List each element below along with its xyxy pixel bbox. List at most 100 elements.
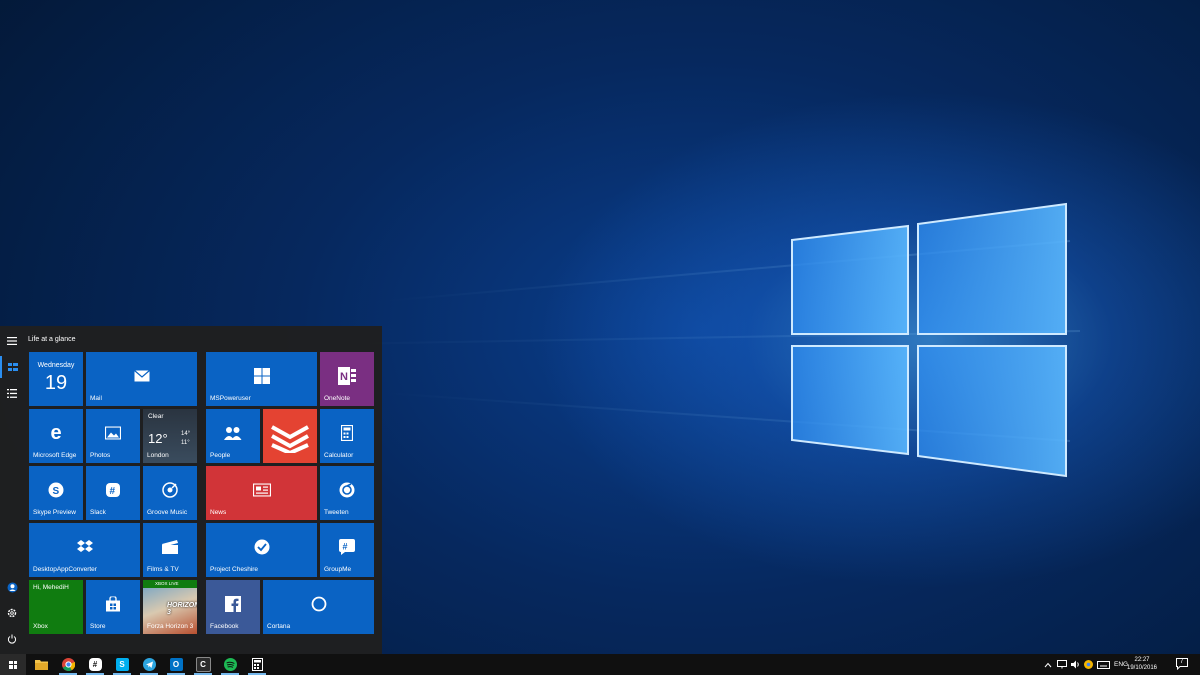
xbox-tile[interactable]: Hi, MehediH Xbox <box>29 580 83 634</box>
xbox-live-label: XBOX LIVE <box>155 581 179 586</box>
groupme-tile[interactable]: # GroupMe <box>320 523 374 577</box>
calculator-icon <box>251 658 263 671</box>
xbox-live-bar: XBOX LIVE <box>143 580 197 588</box>
chrome-tray-icon <box>1084 660 1093 669</box>
svg-text:N: N <box>340 371 348 383</box>
hamburger-menu-button[interactable] <box>0 330 24 352</box>
mspoweruser-tile[interactable]: MSPoweruser <box>206 352 317 406</box>
power-icon <box>7 634 17 644</box>
taskbar-chrome[interactable] <box>55 654 81 675</box>
list-icon <box>7 388 17 398</box>
network-icon <box>1057 660 1067 669</box>
tile-label: Mail <box>90 395 102 402</box>
taskbar-outlook[interactable]: O <box>163 654 189 675</box>
gear-icon <box>7 608 17 618</box>
facebook-icon <box>225 595 241 612</box>
tile-label: Xbox <box>33 623 48 630</box>
news-tile[interactable]: News <box>206 466 317 520</box>
films-tv-tile[interactable]: Films & TV <box>143 523 197 577</box>
start-rail <box>0 326 24 654</box>
tile-label: People <box>210 452 231 459</box>
tile-label: MSPoweruser <box>210 395 251 402</box>
weather-city: London <box>147 452 169 459</box>
edge-icon: e <box>50 421 62 444</box>
svg-text:S: S <box>53 486 60 497</box>
todoist-icon <box>271 425 309 453</box>
clock-time: 22:27 <box>1134 657 1150 663</box>
forza-horizon-tile[interactable]: XBOX LIVE HORIZON 3 Forza Horizon 3 <box>143 580 197 634</box>
weather-tile[interactable]: Clear 12° 14° 11° London <box>143 409 197 463</box>
taskbar-telegram[interactable] <box>136 654 162 675</box>
tile-label: Tweeten <box>324 509 349 516</box>
user-avatar-icon <box>7 582 17 592</box>
svg-text:#: # <box>343 541 348 551</box>
telegram-icon <box>142 658 156 671</box>
volume-button[interactable] <box>1071 654 1081 675</box>
chrome-tray-button[interactable] <box>1084 654 1093 675</box>
cortana-tile[interactable]: Cortana <box>263 580 374 634</box>
skype-icon: S <box>48 482 64 498</box>
onenote-icon: N <box>338 366 356 385</box>
slack-icon: # <box>106 482 120 497</box>
slack-icon: # <box>88 658 102 671</box>
xbox-greeting: Hi, MehediH <box>33 584 69 591</box>
calculator-tile[interactable]: Calculator <box>320 409 374 463</box>
calendar-tile[interactable]: Wednesday 19 <box>29 352 83 406</box>
clock-date: 19/10/2016 <box>1126 665 1158 671</box>
taskbar-spotify[interactable] <box>217 654 243 675</box>
groupme-icon: # <box>339 538 355 555</box>
touch-keyboard-button[interactable] <box>1097 654 1110 675</box>
tile-label: Cortana <box>267 623 291 630</box>
tiles-view-button[interactable] <box>0 356 24 378</box>
groove-music-icon <box>162 482 178 498</box>
settings-button[interactable] <box>0 602 24 624</box>
tile-label: Photos <box>90 452 111 459</box>
tile-label: Forza Horizon 3 <box>147 623 194 630</box>
store-tile[interactable]: Store <box>86 580 140 634</box>
taskbar-calculator[interactable] <box>244 654 270 675</box>
people-tile[interactable]: People <box>206 409 260 463</box>
start-button[interactable] <box>0 654 26 675</box>
start-menu: Life at a glance Wednesday 19 Mail MSPow… <box>0 326 382 654</box>
user-account-button[interactable] <box>0 576 24 598</box>
taskbar-skype[interactable]: S <box>109 654 135 675</box>
windows-icon <box>9 660 17 669</box>
taskbar-app-c[interactable]: C <box>190 654 216 675</box>
project-cheshire-tile[interactable]: Project Cheshire <box>206 523 317 577</box>
onenote-tile[interactable]: N OneNote <box>320 352 374 406</box>
show-hidden-icons-button[interactable] <box>1044 654 1052 675</box>
windows-icon <box>253 367 270 384</box>
power-button[interactable] <box>0 628 24 650</box>
tweeten-tile[interactable]: Tweeten <box>320 466 374 520</box>
todoist-tile[interactable] <box>263 409 317 463</box>
edge-tile[interactable]: e Microsoft Edge <box>29 409 83 463</box>
desktopappconverter-tile[interactable]: DesktopAppConverter <box>29 523 140 577</box>
tile-label: Groove Music <box>147 509 188 516</box>
groove-music-tile[interactable]: Groove Music <box>143 466 197 520</box>
photos-tile[interactable]: Photos <box>86 409 140 463</box>
taskbar-clock[interactable]: 22:27 19/10/2016 <box>1116 656 1168 672</box>
calendar-day: Wednesday <box>37 362 75 369</box>
tile-label: DesktopAppConverter <box>33 566 97 573</box>
windows-logo-wallpaper <box>791 202 1067 478</box>
slack-tile[interactable]: # Slack <box>86 466 140 520</box>
network-button[interactable] <box>1057 654 1067 675</box>
weather-condition: Clear <box>148 413 164 420</box>
all-apps-button[interactable] <box>0 382 24 404</box>
forza-logo: HORIZON 3 <box>167 602 197 616</box>
tile-label: News <box>210 509 227 516</box>
mail-tile[interactable]: Mail <box>86 352 197 406</box>
action-center-button[interactable]: 7 <box>1176 658 1188 670</box>
spotify-icon <box>223 658 237 671</box>
calculator-icon <box>341 424 353 441</box>
chevron-up-icon <box>1044 662 1052 667</box>
skype-icon: S <box>115 658 129 671</box>
skype-tile[interactable]: S Skype Preview <box>29 466 83 520</box>
taskbar-file-explorer[interactable] <box>28 654 54 675</box>
tile-label: GroupMe <box>324 566 352 573</box>
tile-label: Calculator <box>324 452 354 459</box>
facebook-tile[interactable]: Facebook <box>206 580 260 634</box>
weather-low: 11° <box>181 440 190 446</box>
taskbar-slack[interactable]: # <box>82 654 108 675</box>
weather-temperature: 12° <box>148 431 168 446</box>
